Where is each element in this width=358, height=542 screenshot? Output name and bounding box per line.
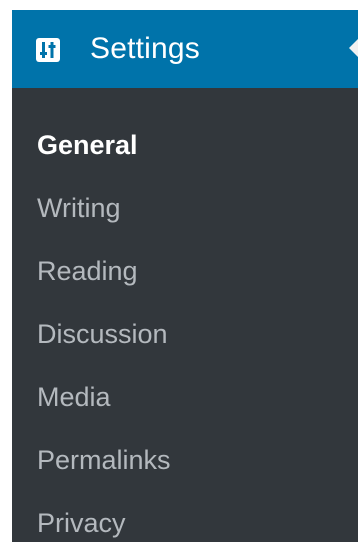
submenu-item-discussion[interactable]: Discussion — [37, 314, 168, 354]
submenu-item-reading[interactable]: Reading — [37, 251, 138, 291]
submenu-item-writing[interactable]: Writing — [37, 188, 121, 228]
settings-menu-header[interactable]: Settings — [12, 10, 358, 88]
submenu-item-media[interactable]: Media — [37, 377, 111, 417]
settings-sliders-icon — [36, 38, 60, 62]
submenu-item-permalinks[interactable]: Permalinks — [37, 440, 171, 480]
submenu-item-privacy[interactable]: Privacy — [37, 503, 126, 542]
submenu-item-general[interactable]: General — [37, 125, 138, 165]
settings-menu-title: Settings — [90, 32, 200, 65]
admin-sidebar-menu: Settings General Writing Reading Discuss… — [12, 10, 358, 542]
current-menu-caret-icon — [349, 39, 358, 57]
